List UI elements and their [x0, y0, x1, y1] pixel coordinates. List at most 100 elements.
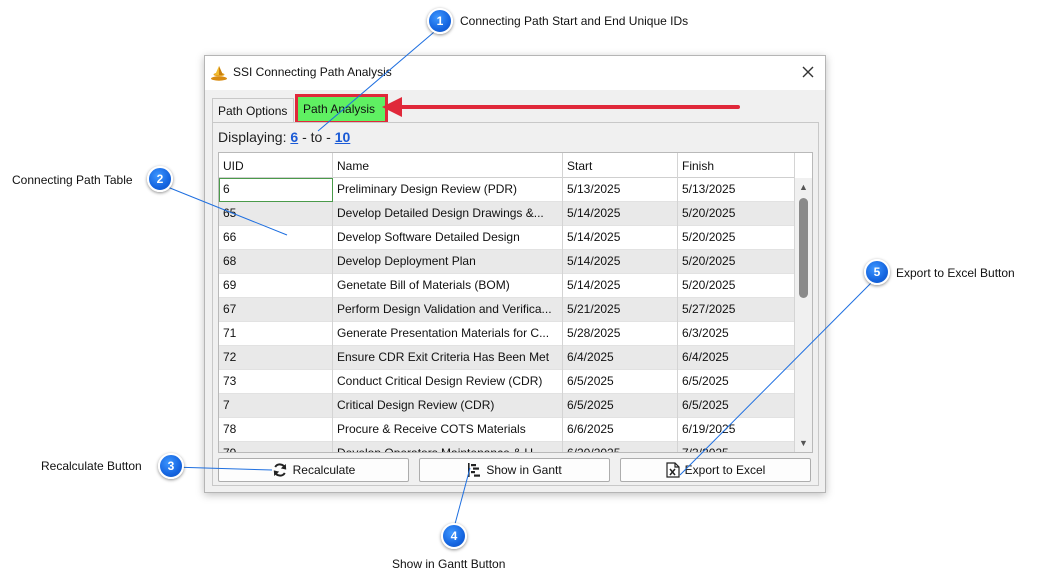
vertical-scrollbar[interactable]: ▲ ▼	[795, 178, 812, 452]
scroll-down-icon[interactable]: ▼	[795, 436, 812, 450]
cell-name[interactable]: Procure & Receive COTS Materials	[333, 418, 563, 442]
export-to-excel-button[interactable]: Export to Excel	[620, 458, 811, 482]
excel-export-icon	[666, 462, 680, 478]
cell-name[interactable]: Develop Operators Maintenance & U...	[333, 442, 563, 452]
start-uid-link[interactable]: 6	[290, 129, 298, 145]
cell-uid[interactable]: 7	[219, 394, 333, 418]
tab-path-options[interactable]: Path Options	[212, 98, 294, 122]
cell-finish[interactable]: 7/3/2025	[678, 442, 795, 452]
callout-badge-4: 4	[441, 523, 467, 549]
callout-badge-2: 2	[147, 166, 173, 192]
callout-badge-5: 5	[864, 259, 890, 285]
cell-start[interactable]: 5/14/2025	[563, 202, 678, 226]
cell-name[interactable]: Preliminary Design Review (PDR)	[333, 178, 563, 202]
cell-uid[interactable]: 69	[219, 274, 333, 298]
cell-finish[interactable]: 6/5/2025	[678, 394, 795, 418]
cell-start[interactable]: 5/14/2025	[563, 226, 678, 250]
cell-finish[interactable]: 6/3/2025	[678, 322, 795, 346]
cell-finish[interactable]: 5/20/2025	[678, 226, 795, 250]
cell-start[interactable]: 6/20/2025	[563, 442, 678, 452]
table-row[interactable]: 78 Procure & Receive COTS Materials 6/6/20…	[219, 418, 795, 442]
table-row[interactable]: 65 Develop Detailed Design Drawings &... 5…	[219, 202, 795, 226]
callout-label-5: Export to Excel Button	[896, 266, 1015, 280]
cell-start[interactable]: 5/14/2025	[563, 250, 678, 274]
cell-finish[interactable]: 5/20/2025	[678, 274, 795, 298]
refresh-icon	[272, 462, 288, 478]
cell-finish[interactable]: 6/19/2025	[678, 418, 795, 442]
table-row[interactable]: 79 Develop Operators Maintenance & U... 6/…	[219, 442, 795, 452]
cell-start[interactable]: 6/5/2025	[563, 370, 678, 394]
table-row[interactable]: 6 Preliminary Design Review (PDR) 5/13/202…	[219, 178, 795, 202]
cell-uid[interactable]: 78	[219, 418, 333, 442]
cell-finish[interactable]: 6/4/2025	[678, 346, 795, 370]
cell-name[interactable]: Develop Software Detailed Design	[333, 226, 563, 250]
cell-name[interactable]: Develop Deployment Plan	[333, 250, 563, 274]
cell-uid[interactable]: 73	[219, 370, 333, 394]
cell-name[interactable]: Genetate Bill of Materials (BOM)	[333, 274, 563, 298]
table-header: UID Name Start Finish	[219, 153, 795, 178]
cell-start[interactable]: 5/28/2025	[563, 322, 678, 346]
show-in-gantt-button[interactable]: Show in Gantt	[419, 458, 610, 482]
table-row[interactable]: 71 Generate Presentation Materials for C.…	[219, 322, 795, 346]
callout-label-1: Connecting Path Start and End Unique IDs	[460, 14, 689, 28]
cell-name[interactable]: Generate Presentation Materials for C...	[333, 322, 563, 346]
callout-label-4: Show in Gantt Button	[392, 557, 506, 571]
cell-start[interactable]: 5/13/2025	[563, 178, 678, 202]
cell-finish[interactable]: 5/27/2025	[678, 298, 795, 322]
window-title: SSI Connecting Path Analysis	[233, 65, 392, 79]
column-header-name[interactable]: Name	[333, 153, 563, 178]
cell-uid[interactable]: 66	[219, 226, 333, 250]
cell-name[interactable]: Critical Design Review (CDR)	[333, 394, 563, 418]
table-row[interactable]: 67 Perform Design Validation and Verifica…	[219, 298, 795, 322]
scrollbar-thumb[interactable]	[799, 198, 808, 298]
callout-badge-1: 1	[427, 8, 453, 34]
cell-name[interactable]: Ensure CDR Exit Criteria Has Been Met	[333, 346, 563, 370]
cell-start[interactable]: 6/5/2025	[563, 394, 678, 418]
cell-name[interactable]: Develop Detailed Design Drawings &...	[333, 202, 563, 226]
cell-uid[interactable]: 65	[219, 202, 333, 226]
cell-uid[interactable]: 71	[219, 322, 333, 346]
cell-finish[interactable]: 5/13/2025	[678, 178, 795, 202]
show-in-gantt-label: Show in Gantt	[486, 463, 562, 477]
callout-badge-3: 3	[158, 453, 184, 479]
cell-start[interactable]: 5/14/2025	[563, 274, 678, 298]
cell-start[interactable]: 6/4/2025	[563, 346, 678, 370]
close-icon[interactable]	[797, 62, 819, 82]
cell-uid[interactable]: 72	[219, 346, 333, 370]
cell-name[interactable]: Perform Design Validation and Verifica..…	[333, 298, 563, 322]
gantt-icon	[467, 462, 481, 478]
table-row[interactable]: 69 Genetate Bill of Materials (BOM) 5/14/2…	[219, 274, 795, 298]
path-analysis-panel: Displaying: 6 - to - 10 UID Name Start F…	[212, 122, 819, 486]
cell-uid[interactable]: 6	[219, 178, 333, 202]
table-row[interactable]: 72 Ensure CDR Exit Criteria Has Been Met 6…	[219, 346, 795, 370]
connecting-path-table[interactable]: UID Name Start Finish 6 Preliminary Desig…	[218, 152, 813, 453]
cell-uid[interactable]: 67	[219, 298, 333, 322]
cell-finish[interactable]: 6/5/2025	[678, 370, 795, 394]
end-uid-link[interactable]: 10	[335, 129, 351, 145]
cell-finish[interactable]: 5/20/2025	[678, 202, 795, 226]
recalculate-button[interactable]: Recalculate	[218, 458, 409, 482]
cell-start[interactable]: 5/21/2025	[563, 298, 678, 322]
table-row[interactable]: 73 Conduct Critical Design Review (CDR) 6/…	[219, 370, 795, 394]
table-row[interactable]: 7 Critical Design Review (CDR) 6/5/2025 6/5…	[219, 394, 795, 418]
table-body: 6 Preliminary Design Review (PDR) 5/13/202…	[219, 178, 795, 452]
column-header-uid[interactable]: UID	[219, 153, 333, 178]
table-row[interactable]: 66 Develop Software Detailed Design 5/14/2…	[219, 226, 795, 250]
column-header-finish[interactable]: Finish	[678, 153, 795, 178]
callout-label-2: Connecting Path Table	[12, 173, 133, 187]
scroll-up-icon[interactable]: ▲	[795, 180, 812, 194]
cell-start[interactable]: 6/6/2025	[563, 418, 678, 442]
cell-uid[interactable]: 68	[219, 250, 333, 274]
recalculate-label: Recalculate	[292, 463, 356, 477]
cell-name[interactable]: Conduct Critical Design Review (CDR)	[333, 370, 563, 394]
title-bar[interactable]: SSI Connecting Path Analysis	[205, 56, 825, 90]
cell-uid[interactable]: 79	[219, 442, 333, 452]
path-analysis-dialog: SSI Connecting Path Analysis Path Option…	[204, 55, 826, 493]
export-to-excel-label: Export to Excel	[684, 463, 766, 477]
cell-finish[interactable]: 5/20/2025	[678, 250, 795, 274]
column-header-start[interactable]: Start	[563, 153, 678, 178]
range-separator: - to -	[302, 129, 331, 145]
table-row[interactable]: 68 Develop Deployment Plan 5/14/2025 5/20/2…	[219, 250, 795, 274]
callout-label-3: Recalculate Button	[41, 459, 142, 473]
tab-path-analysis[interactable]: Path Analysis	[295, 94, 388, 124]
